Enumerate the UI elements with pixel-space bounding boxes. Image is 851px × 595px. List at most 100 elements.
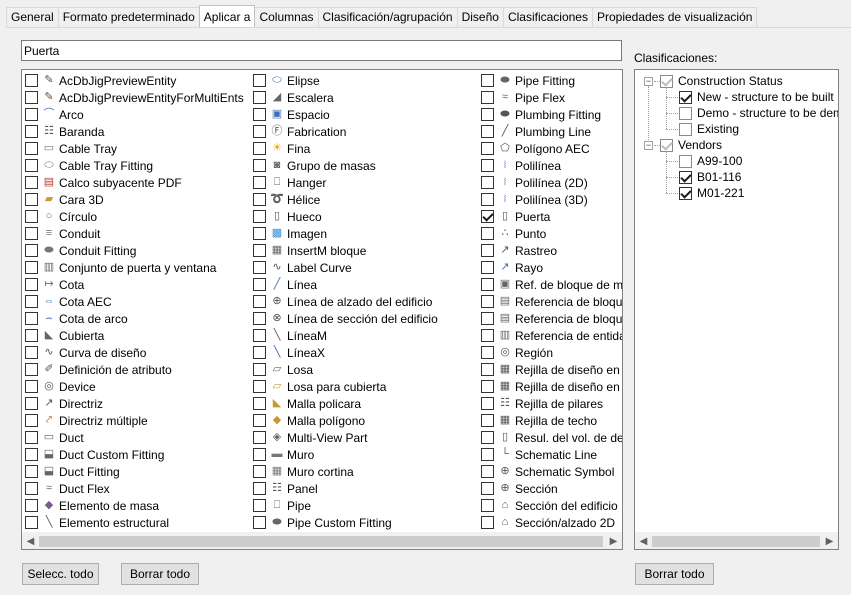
object-type-item[interactable]: ▣ Ref. de bloque de m (478, 276, 622, 293)
tab-clasificaciones[interactable]: Clasificaciones (502, 7, 593, 27)
object-type-checkbox[interactable] (25, 142, 38, 155)
object-type-checkbox[interactable] (25, 346, 38, 359)
object-type-item[interactable]: ∿ Curva de diseño (22, 344, 244, 361)
tree-scroll-left-arrow-icon[interactable]: ◀ (635, 533, 652, 549)
object-type-item[interactable]: ⌒ Arco (22, 106, 244, 123)
object-type-checkbox[interactable] (253, 278, 266, 291)
classifications-tree[interactable]: ◀ ▶ − Construction Status New - structure … (634, 69, 839, 550)
object-type-checkbox[interactable] (25, 312, 38, 325)
tab-propiedades-de-visualización[interactable]: Propiedades de visualización (591, 7, 758, 27)
object-type-checkbox[interactable] (25, 74, 38, 87)
object-type-item[interactable]: ╲ Elemento estructural (22, 514, 244, 531)
object-type-item[interactable]: ⬬ Conduit Fitting (22, 242, 244, 259)
object-type-item[interactable]: ▩ Imagen (250, 225, 438, 242)
classification-group-checkbox[interactable] (660, 138, 673, 152)
classification-group-checkbox[interactable] (660, 74, 673, 88)
scroll-left-arrow-icon[interactable]: ◀ (22, 533, 39, 549)
object-type-item[interactable]: ◣ Malla policara (250, 395, 438, 412)
object-type-checkbox[interactable] (481, 108, 494, 121)
object-type-item[interactable]: ≈ Pipe Flex (478, 89, 622, 106)
object-type-item[interactable]: ∴ Punto (478, 225, 622, 242)
object-type-checkbox[interactable] (25, 210, 38, 223)
object-type-checkbox[interactable] (481, 125, 494, 138)
classification-item[interactable]: B01-116 (679, 169, 741, 185)
object-type-item[interactable]: ⊕ Sección (478, 480, 622, 497)
object-type-item[interactable]: ▯ Puerta (478, 208, 622, 225)
object-type-checkbox[interactable] (481, 278, 494, 291)
object-type-item[interactable]: ✎ AcDbJigPreviewEntityForMultiEnts (22, 89, 244, 106)
object-type-item[interactable]: ⬓ Duct Fitting (22, 463, 244, 480)
object-type-checkbox[interactable] (25, 397, 38, 410)
classification-item-checkbox[interactable] (679, 186, 692, 200)
object-type-item[interactable]: ╲ LíneaX (250, 344, 438, 361)
object-type-item[interactable]: ⊗ Línea de sección del edificio (250, 310, 438, 327)
object-type-item[interactable]: ▦ Muro cortina (250, 463, 438, 480)
object-type-item[interactable]: ◆ Malla polígono (250, 412, 438, 429)
object-type-item[interactable]: ▯ Hueco (250, 208, 438, 225)
object-type-checkbox[interactable] (253, 142, 266, 155)
object-type-checkbox[interactable] (481, 431, 494, 444)
object-type-item[interactable]: ↗ Rayo (478, 259, 622, 276)
object-type-checkbox[interactable] (481, 516, 494, 529)
object-type-item[interactable]: ⌂ Sección/alzado 2D (478, 514, 622, 531)
object-type-checkbox[interactable] (25, 516, 38, 529)
classification-item-checkbox[interactable] (679, 122, 692, 136)
object-type-checkbox[interactable] (253, 516, 266, 529)
object-type-item[interactable]: ▱ Losa para cubierta (250, 378, 438, 395)
object-type-item[interactable]: ◎ Device (22, 378, 244, 395)
object-type-checkbox[interactable] (25, 193, 38, 206)
object-type-checkbox[interactable] (25, 176, 38, 189)
classification-group[interactable]: Construction Status (660, 73, 783, 89)
object-type-item[interactable]: ⬬ Plumbing Fitting (478, 106, 622, 123)
object-type-item[interactable]: ☷ Panel (250, 480, 438, 497)
object-type-item[interactable]: ▤ Calco subyacente PDF (22, 174, 244, 191)
object-type-item[interactable]: ➰ Hélice (250, 191, 438, 208)
tab-general[interactable]: General (6, 7, 59, 27)
classification-item-checkbox[interactable] (679, 170, 692, 184)
tab-columnas[interactable]: Columnas (254, 7, 319, 27)
object-type-item[interactable]: ◈ Multi-View Part (250, 429, 438, 446)
object-type-checkbox[interactable] (25, 380, 38, 393)
object-type-item[interactable]: ⬭ Cable Tray Fitting (22, 157, 244, 174)
classification-item[interactable]: New - structure to be built (679, 89, 834, 105)
object-type-item[interactable]: ↗ Directriz (22, 395, 244, 412)
object-type-checkbox[interactable] (253, 210, 266, 223)
object-type-checkbox[interactable] (481, 363, 494, 376)
object-type-checkbox[interactable] (481, 176, 494, 189)
object-type-item[interactable]: ▤ Referencia de bloqu (478, 310, 622, 327)
object-type-item[interactable]: ⊕ Línea de alzado del edificio (250, 293, 438, 310)
object-type-item[interactable]: ⬬ Pipe Fitting (478, 72, 622, 89)
tree-scroll-thumb[interactable] (652, 536, 820, 547)
scroll-thumb[interactable] (39, 536, 603, 547)
object-type-checkbox[interactable] (25, 261, 38, 274)
tab-formato-predeterminado[interactable]: Formato predeterminado (57, 7, 200, 27)
object-type-item[interactable]: ⌂ Sección del edificio (478, 497, 622, 514)
object-type-item[interactable]: ▥ Conjunto de puerta y ventana (22, 259, 244, 276)
object-type-checkbox[interactable] (253, 312, 266, 325)
object-type-item[interactable]: ▦ InsertM bloque (250, 242, 438, 259)
object-type-checkbox[interactable] (481, 91, 494, 104)
object-type-item[interactable]: ☀ Fina (250, 140, 438, 157)
object-type-item[interactable]: ◙ Grupo de masas (250, 157, 438, 174)
object-type-checkbox[interactable] (25, 108, 38, 121)
object-type-checkbox[interactable] (253, 159, 266, 172)
object-type-checkbox[interactable] (253, 482, 266, 495)
object-type-checkbox[interactable] (253, 176, 266, 189)
classification-item[interactable]: A99-100 (679, 153, 742, 169)
object-type-checkbox[interactable] (481, 380, 494, 393)
object-type-item[interactable]: ≈ Duct Flex (22, 480, 244, 497)
object-type-checkbox[interactable] (481, 499, 494, 512)
object-type-item[interactable]: ◆ Elemento de masa (22, 497, 244, 514)
object-type-item[interactable]: ☷ Rejilla de pilares (478, 395, 622, 412)
object-type-item[interactable]: ○ Círculo (22, 208, 244, 225)
object-type-checkbox[interactable] (481, 261, 494, 274)
object-type-item[interactable]: ≡ Conduit (22, 225, 244, 242)
object-type-checkbox[interactable] (253, 499, 266, 512)
classification-group[interactable]: Vendors (660, 137, 722, 153)
object-type-item[interactable]: ▬ Muro (250, 446, 438, 463)
object-type-item[interactable]: ⬬ Pipe Custom Fitting (250, 514, 438, 531)
classification-item[interactable]: Demo - structure to be demolis (679, 105, 838, 121)
object-type-item[interactable]: ⎕ Hanger (250, 174, 438, 191)
object-type-checkbox[interactable] (253, 346, 266, 359)
object-type-checkbox[interactable] (481, 142, 494, 155)
